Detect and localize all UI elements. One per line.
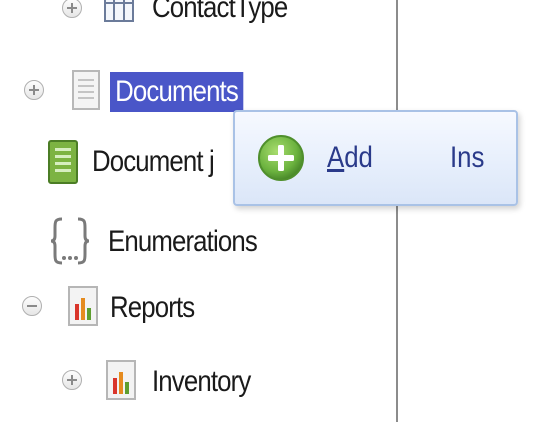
metadata-tree: ContactType Documents Document j Enumera… [0, 0, 541, 422]
tree-item-label: Documents [110, 72, 244, 112]
add-icon [257, 134, 305, 182]
documents-icon [72, 70, 100, 115]
table-icon [104, 0, 134, 27]
menu-item-shortcut: Ins [450, 141, 485, 174]
tree-item-inventory[interactable]: Inventory [0, 352, 541, 412]
tree-item-label: Enumerations [108, 225, 258, 258]
tree-item-contacttype[interactable]: ContactType [0, 0, 541, 38]
report-icon [106, 360, 136, 405]
expand-icon[interactable] [62, 0, 82, 18]
tree-item-enumerations[interactable]: Enumerations [0, 212, 541, 272]
tree-item-label: Inventory [152, 365, 251, 398]
expand-icon[interactable] [62, 370, 82, 390]
context-menu: Add Ins [233, 110, 518, 206]
tree-item-label: Document j [92, 145, 215, 178]
tree-item-reports[interactable]: Reports [0, 278, 541, 338]
report-icon [68, 286, 98, 331]
collapse-icon[interactable] [22, 296, 42, 316]
tree-item-label: Reports [110, 291, 195, 324]
tree-item-label: ContactType [152, 0, 288, 24]
panel-divider [396, 0, 398, 422]
menu-item-add[interactable]: Add Ins [247, 122, 506, 196]
journal-icon [48, 140, 78, 189]
expand-icon[interactable] [24, 80, 44, 100]
enumerations-icon [50, 216, 90, 271]
menu-item-label: Add [327, 141, 373, 174]
